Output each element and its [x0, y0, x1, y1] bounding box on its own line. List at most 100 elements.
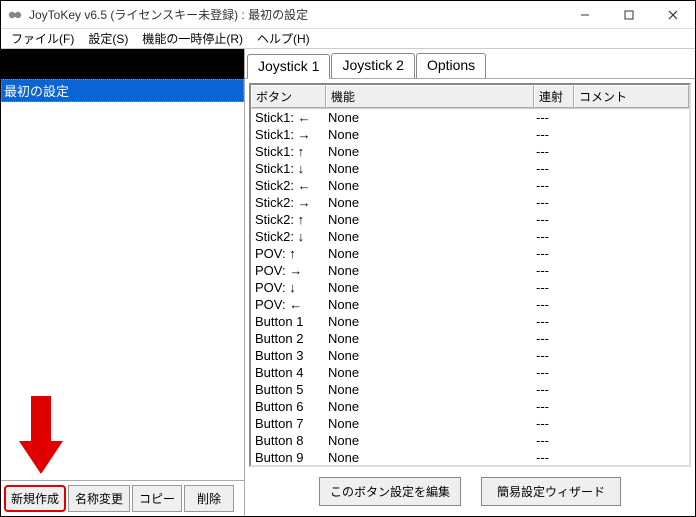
profile-item[interactable]: 最初の設定: [1, 79, 244, 102]
cell-repeat: ---: [534, 195, 574, 210]
right-panel: Joystick 1 Joystick 2 Options ボタン 機能 連射 …: [245, 49, 695, 516]
right-button-bar: このボタン設定を編集 簡易設定ウィザード: [245, 471, 695, 516]
cell-function: None: [326, 127, 534, 142]
cell-function: None: [326, 110, 534, 125]
profile-list-header: [1, 49, 244, 79]
cell-button: Stick1: →: [251, 127, 326, 142]
cell-function: None: [326, 195, 534, 210]
cell-button: Button 4: [251, 365, 326, 380]
mappings-grid: ボタン 機能 連射 コメント Stick1: ←None---Stick1: →…: [249, 83, 691, 467]
cell-repeat: ---: [534, 433, 574, 448]
cell-repeat: ---: [534, 144, 574, 159]
tab-joystick-2[interactable]: Joystick 2: [331, 53, 414, 78]
table-row[interactable]: Stick1: ←None---: [251, 109, 689, 126]
delete-profile-button[interactable]: 削除: [184, 485, 234, 512]
table-row[interactable]: POV: ↓None---: [251, 279, 689, 296]
close-button[interactable]: [651, 1, 695, 28]
tab-bar: Joystick 1 Joystick 2 Options: [245, 49, 695, 79]
cell-repeat: ---: [534, 178, 574, 193]
cell-function: None: [326, 144, 534, 159]
cell-repeat: ---: [534, 280, 574, 295]
cell-button: Stick1: ↓: [251, 161, 326, 176]
cell-repeat: ---: [534, 450, 574, 465]
cell-repeat: ---: [534, 297, 574, 312]
table-row[interactable]: Button 3None---: [251, 347, 689, 364]
table-row[interactable]: Button 6None---: [251, 398, 689, 415]
col-function[interactable]: 機能: [326, 85, 534, 108]
col-repeat[interactable]: 連射: [534, 85, 574, 108]
cell-button: POV: ←: [251, 297, 326, 312]
titlebar: JoyToKey v6.5 (ライセンスキー未登録) : 最初の設定: [1, 1, 695, 29]
cell-repeat: ---: [534, 212, 574, 227]
cell-function: None: [326, 416, 534, 431]
window-title: JoyToKey v6.5 (ライセンスキー未登録) : 最初の設定: [29, 6, 563, 23]
cell-button: Button 3: [251, 348, 326, 363]
table-row[interactable]: Stick1: ↑None---: [251, 143, 689, 160]
table-row[interactable]: Button 8None---: [251, 432, 689, 449]
col-button[interactable]: ボタン: [251, 85, 326, 108]
col-comment[interactable]: コメント: [574, 85, 689, 108]
new-profile-button[interactable]: 新規作成: [4, 485, 66, 512]
grid-header: ボタン 機能 連射 コメント: [251, 85, 689, 109]
cell-function: None: [326, 263, 534, 278]
menu-file[interactable]: ファイル(F): [5, 28, 80, 49]
cell-button: POV: ↓: [251, 280, 326, 295]
cell-repeat: ---: [534, 246, 574, 261]
table-row[interactable]: Stick1: →None---: [251, 126, 689, 143]
cell-repeat: ---: [534, 110, 574, 125]
menubar: ファイル(F) 設定(S) 機能の一時停止(R) ヘルプ(H): [1, 29, 695, 49]
table-row[interactable]: Button 1None---: [251, 313, 689, 330]
cell-function: None: [326, 212, 534, 227]
cell-repeat: ---: [534, 348, 574, 363]
table-row[interactable]: Stick2: ↓None---: [251, 228, 689, 245]
maximize-button[interactable]: [607, 1, 651, 28]
table-row[interactable]: POV: ↑None---: [251, 245, 689, 262]
cell-button: Stick1: ←: [251, 110, 326, 125]
table-row[interactable]: Button 4None---: [251, 364, 689, 381]
cell-repeat: ---: [534, 365, 574, 380]
cell-button: Button 9: [251, 450, 326, 465]
cell-repeat: ---: [534, 127, 574, 142]
cell-repeat: ---: [534, 263, 574, 278]
table-row[interactable]: Button 5None---: [251, 381, 689, 398]
wizard-button[interactable]: 簡易設定ウィザード: [481, 477, 621, 506]
cell-button: Stick2: ↓: [251, 229, 326, 244]
cell-repeat: ---: [534, 399, 574, 414]
cell-button: Button 6: [251, 399, 326, 414]
table-row[interactable]: Stick2: ←None---: [251, 177, 689, 194]
copy-profile-button[interactable]: コピー: [132, 485, 182, 512]
table-row[interactable]: Stick2: →None---: [251, 194, 689, 211]
menu-pause[interactable]: 機能の一時停止(R): [136, 28, 249, 49]
edit-mapping-button[interactable]: このボタン設定を編集: [319, 477, 461, 506]
cell-repeat: ---: [534, 314, 574, 329]
table-row[interactable]: POV: ←None---: [251, 296, 689, 313]
table-row[interactable]: Button 2None---: [251, 330, 689, 347]
tab-joystick-1[interactable]: Joystick 1: [247, 54, 330, 79]
app-icon: [7, 7, 23, 23]
cell-function: None: [326, 297, 534, 312]
cell-button: Button 5: [251, 382, 326, 397]
rename-profile-button[interactable]: 名称変更: [68, 485, 130, 512]
table-row[interactable]: Button 7None---: [251, 415, 689, 432]
profile-list[interactable]: 最初の設定: [1, 49, 244, 480]
cell-function: None: [326, 365, 534, 380]
cell-repeat: ---: [534, 382, 574, 397]
cell-function: None: [326, 348, 534, 363]
table-row[interactable]: Stick1: ↓None---: [251, 160, 689, 177]
app-window: JoyToKey v6.5 (ライセンスキー未登録) : 最初の設定 ファイル(…: [0, 0, 696, 517]
cell-repeat: ---: [534, 416, 574, 431]
minimize-button[interactable]: [563, 1, 607, 28]
menu-settings[interactable]: 設定(S): [82, 28, 134, 49]
table-row[interactable]: Button 9None---: [251, 449, 689, 465]
menu-help[interactable]: ヘルプ(H): [251, 28, 316, 49]
grid-body[interactable]: Stick1: ←None---Stick1: →None---Stick1: …: [251, 109, 689, 465]
tab-options[interactable]: Options: [416, 53, 486, 78]
left-button-bar: 新規作成 名称変更 コピー 削除: [1, 480, 244, 516]
cell-repeat: ---: [534, 229, 574, 244]
cell-button: POV: →: [251, 263, 326, 278]
table-row[interactable]: Stick2: ↑None---: [251, 211, 689, 228]
cell-button: Stick2: →: [251, 195, 326, 210]
table-row[interactable]: POV: →None---: [251, 262, 689, 279]
cell-repeat: ---: [534, 331, 574, 346]
cell-repeat: ---: [534, 161, 574, 176]
